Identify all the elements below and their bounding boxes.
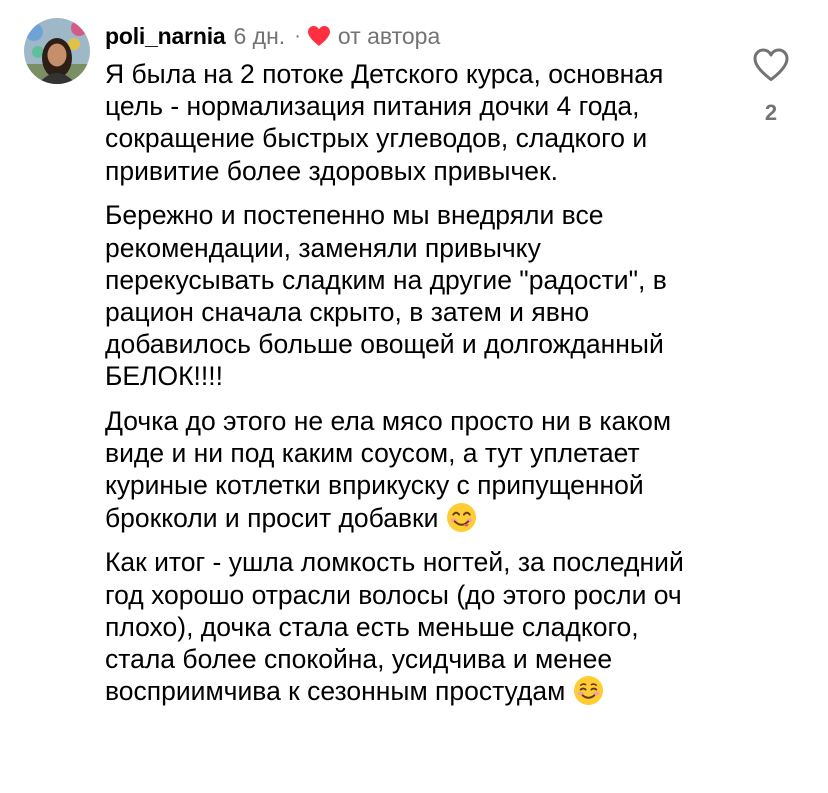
like-button[interactable] [752, 47, 790, 83]
comment-timestamp: 6 дн. [233, 22, 286, 49]
avatar-photo [24, 18, 90, 84]
heart-filled-icon [307, 25, 331, 47]
separator-dot: · [294, 24, 301, 47]
comment-paragraph: Дочка до этого не ела мясо просто ни в к… [105, 406, 672, 533]
liked-by-author-label: от автора [337, 22, 441, 49]
username-link[interactable]: poli_narnia [105, 23, 226, 50]
avatar[interactable] [24, 18, 90, 84]
comment-paragraph: Я была на 2 потоке Детского курса, основ… [105, 59, 664, 186]
like-count: 2 [764, 100, 778, 125]
comment-paragraph: Бережно и постепенно мы внедряли все рек… [105, 200, 667, 392]
yummy-face-emoji [446, 502, 477, 533]
comment-paragraph: Как итог - ушла ломкость ногтей, за посл… [105, 547, 684, 707]
smiling-face-emoji [573, 675, 604, 706]
comment-body: Я была на 2 потоке Детского курса, основ… [105, 58, 715, 720]
heart-outline-icon [753, 48, 789, 81]
comment-header: poli_narnia 6 дн. · от автора [105, 20, 440, 52]
